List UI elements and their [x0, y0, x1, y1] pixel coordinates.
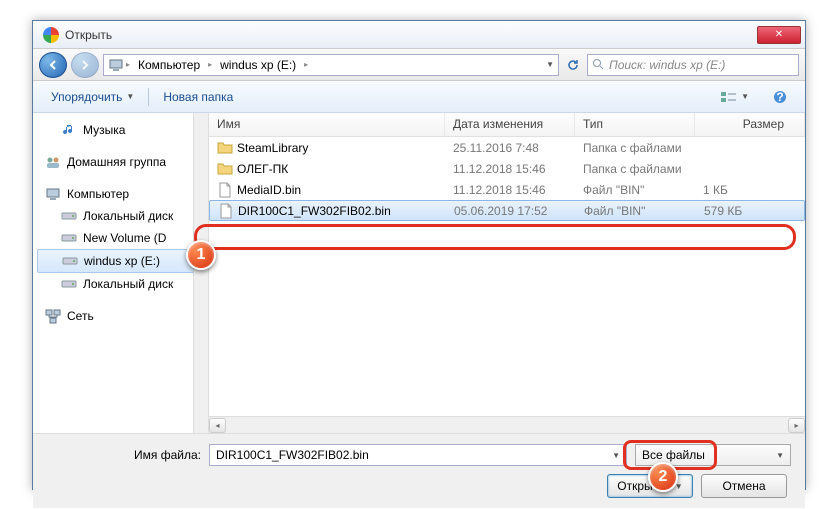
nav-item-windus[interactable]: windus xp (E:) — [37, 249, 204, 273]
row-size — [695, 146, 805, 150]
row-name: MediaID.bin — [237, 183, 301, 197]
chrome-icon — [43, 27, 59, 43]
chevron-right-icon: ▸ — [126, 60, 130, 69]
open-button[interactable]: Открыть ▼ — [607, 474, 693, 498]
search-placeholder: Поиск: windus xp (E:) — [609, 58, 725, 72]
col-size[interactable]: Размер — [695, 113, 805, 136]
row-type: Папка с файлами — [575, 160, 695, 178]
scroll-left-icon[interactable]: ◂ — [209, 418, 226, 433]
row-date: 11.12.2018 15:46 — [445, 160, 575, 178]
forward-button[interactable] — [71, 52, 99, 78]
row-size: 579 КБ — [696, 202, 804, 220]
row-size: 1 КБ — [695, 181, 805, 199]
nav-scrollbar[interactable] — [193, 113, 208, 433]
cancel-button[interactable]: Отмена — [701, 474, 787, 498]
row-date: 05.06.2019 17:52 — [446, 202, 576, 220]
search-input[interactable]: Поиск: windus xp (E:) — [587, 54, 799, 76]
view-button[interactable]: ▼ — [711, 86, 759, 108]
filename-input[interactable]: DIR100C1_FW302FIB02.bin ▼ — [209, 444, 627, 466]
toolbar: Упорядочить▼ Новая папка ▼ ? — [33, 81, 805, 113]
table-row[interactable]: ОЛЕГ-ПК 11.12.2018 15:46Папка с файлами — [209, 158, 805, 179]
chevron-down-icon: ▼ — [741, 92, 749, 101]
list-rows: SteamLibrary 25.11.2016 7:48Папка с файла… — [209, 137, 805, 416]
row-date: 25.11.2016 7:48 — [445, 139, 575, 157]
open-dialog: Открыть ✕ ▸ Компьютер ▸ windus xp (E:) ▸… — [32, 20, 806, 490]
file-icon — [217, 182, 233, 198]
scroll-right-icon[interactable]: ▸ — [788, 418, 805, 433]
nav-item-computer[interactable]: Компьютер — [33, 183, 208, 205]
row-type: Папка с файлами — [575, 139, 695, 157]
scroll-track[interactable] — [226, 418, 788, 433]
new-folder-button[interactable]: Новая папка — [153, 86, 243, 108]
h-scrollbar[interactable]: ◂ ▸ — [209, 416, 805, 433]
table-row[interactable]: MediaID.bin 11.12.2018 15:46Файл "BIN"1 К… — [209, 179, 805, 200]
table-row[interactable]: SteamLibrary 25.11.2016 7:48Папка с файла… — [209, 137, 805, 158]
nav-item-newvol[interactable]: New Volume (D — [33, 227, 208, 249]
refresh-button[interactable] — [563, 55, 583, 75]
body: Музыка Домашняя группа Компьютер Локальн… — [33, 113, 805, 433]
filename-label: Имя файла: — [47, 448, 201, 462]
list-pane: Имя Дата изменения Тип Размер SteamLibra… — [209, 113, 805, 433]
nav-item-local1[interactable]: Локальный диск — [33, 205, 208, 227]
breadcrumb-dropdown-icon[interactable]: ▼ — [546, 60, 554, 69]
row-type: Файл "BIN" — [575, 181, 695, 199]
help-button[interactable]: ? — [763, 86, 797, 108]
chevron-down-icon: ▼ — [126, 92, 134, 101]
svg-text:?: ? — [776, 90, 783, 104]
table-row[interactable]: DIR100C1_FW302FIB02.bin 05.06.2019 17:52Ф… — [209, 200, 805, 221]
nav-item-local2[interactable]: Локальный диск — [33, 273, 208, 295]
row-type: Файл "BIN" — [576, 202, 696, 220]
chevron-down-icon: ▼ — [776, 451, 784, 460]
row-name: SteamLibrary — [237, 141, 308, 155]
chevron-down-icon[interactable]: ▼ — [612, 451, 620, 460]
folder-icon — [217, 140, 233, 156]
back-button[interactable] — [39, 52, 67, 78]
chevron-right-icon: ▸ — [304, 60, 308, 69]
computer-icon — [108, 57, 124, 73]
nav-item-homegroup[interactable]: Домашняя группа — [33, 151, 208, 173]
breadcrumb-item[interactable]: windus xp (E:) — [214, 56, 302, 74]
row-name: DIR100C1_FW302FIB02.bin — [238, 204, 391, 218]
footer: Имя файла: DIR100C1_FW302FIB02.bin ▼ Все… — [33, 433, 805, 508]
row-date: 11.12.2018 15:46 — [445, 181, 575, 199]
nav-pane: Музыка Домашняя группа Компьютер Локальн… — [33, 113, 209, 433]
row-size — [695, 167, 805, 171]
nav-item-network[interactable]: Сеть — [33, 305, 208, 327]
row-name: ОЛЕГ-ПК — [237, 162, 288, 176]
file-icon — [218, 203, 234, 219]
chevron-down-icon: ▼ — [668, 482, 683, 491]
close-button[interactable]: ✕ — [757, 26, 801, 44]
chevron-right-icon: ▸ — [208, 60, 212, 69]
breadcrumb-item[interactable]: Компьютер — [132, 56, 206, 74]
titlebar[interactable]: Открыть ✕ — [33, 21, 805, 49]
col-name[interactable]: Имя — [209, 113, 445, 136]
separator — [148, 88, 149, 106]
nav-item-music[interactable]: Музыка — [33, 119, 208, 141]
filter-select[interactable]: Все файлы▼ — [635, 444, 791, 466]
folder-icon — [217, 161, 233, 177]
list-header: Имя Дата изменения Тип Размер — [209, 113, 805, 137]
col-type[interactable]: Тип — [575, 113, 695, 136]
window-title: Открыть — [65, 28, 757, 42]
organize-button[interactable]: Упорядочить▼ — [41, 86, 144, 108]
col-date[interactable]: Дата изменения — [445, 113, 575, 136]
navbar: ▸ Компьютер ▸ windus xp (E:) ▸ ▼ Поиск: … — [33, 49, 805, 81]
breadcrumb[interactable]: ▸ Компьютер ▸ windus xp (E:) ▸ ▼ — [103, 54, 559, 76]
